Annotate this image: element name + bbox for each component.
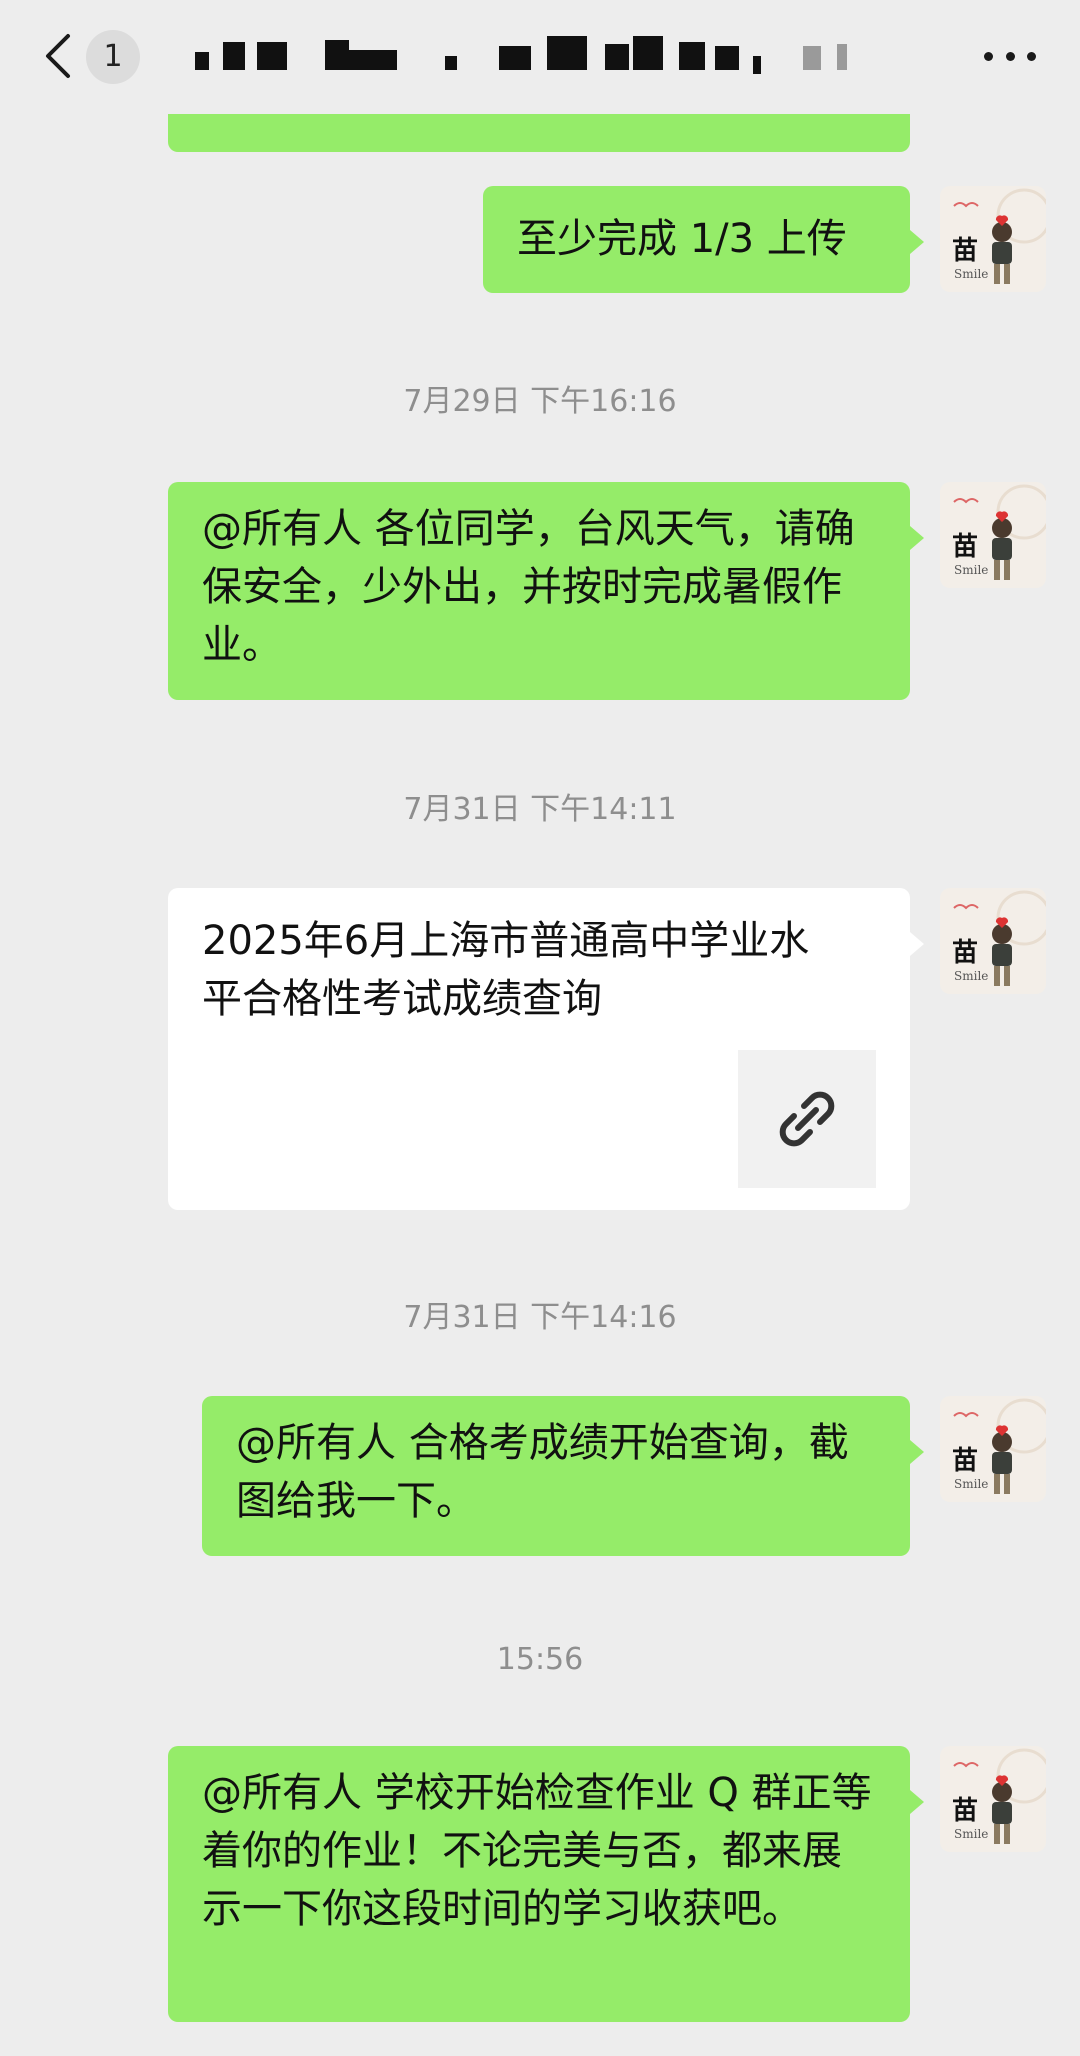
sender-avatar[interactable]: Smile 苗 [940, 186, 1046, 292]
link-card-title: 2025年6月上海市普通高中学业水平合格性考试成绩查询 [202, 918, 810, 1022]
svg-text:Smile: Smile [954, 1827, 988, 1841]
message-bubble[interactable]: @所有人 各位同学，台风天气，请确保安全，少外出，并按时完成暑假作业。 [168, 482, 924, 700]
chevron-left-icon [46, 34, 70, 78]
svg-text:Smile: Smile [954, 267, 988, 281]
avatar-char: 苗 [952, 532, 979, 562]
sender-avatar[interactable]: Smile 苗 [940, 888, 1046, 994]
message-timestamp: 7月31日 下午14:16 [403, 1300, 677, 1335]
message-bubble[interactable]: @所有人 学校开始检查作业 Q 群正等着你的作业！不论完美与否，都来展示一下你这… [168, 1746, 924, 2022]
message-text: @所有人 各位同学，台风天气，请确保安全，少外出，并按时完成暑假作业。 [202, 506, 855, 668]
message-timestamp: 15:56 [496, 1642, 584, 1677]
message-bubble[interactable]: 至少完成 1/3 上传 [483, 186, 924, 293]
avatar-char: 苗 [952, 1796, 979, 1826]
unread-count-badge[interactable]: 1 [86, 30, 140, 84]
sender-avatar[interactable]: Smile 苗 [940, 1746, 1046, 1852]
message-text: @所有人 合格考成绩开始查询，截图给我一下。 [236, 1420, 849, 1524]
link-icon [779, 1091, 835, 1147]
message-bubble[interactable]: @所有人 合格考成绩开始查询，截图给我一下。 [202, 1396, 924, 1556]
sender-avatar[interactable]: Smile 苗 [940, 1396, 1046, 1502]
message-timestamp: 7月29日 下午16:16 [403, 384, 677, 419]
message-text: @所有人 学校开始检查作业 Q 群正等着你的作业！不论完美与否，都来展示一下你这… [202, 1770, 872, 1932]
svg-text:Smile: Smile [954, 1477, 988, 1491]
more-dots-icon [984, 51, 993, 61]
more-options-button[interactable] [984, 40, 1036, 72]
sender-avatar[interactable]: Smile 苗 [940, 482, 1046, 588]
chat-title-pixelated [195, 36, 865, 80]
link-card[interactable]: 2025年6月上海市普通高中学业水平合格性考试成绩查询 [168, 888, 924, 1210]
chat-header: 1 [0, 0, 1080, 114]
avatar-char: 苗 [952, 938, 979, 968]
message-text: 至少完成 1/3 上传 [517, 216, 847, 262]
link-thumbnail [738, 1050, 876, 1188]
svg-text:Smile: Smile [954, 563, 988, 577]
svg-text:Smile: Smile [954, 969, 988, 983]
avatar-char: 苗 [952, 236, 979, 266]
message-timestamp: 7月31日 下午14:11 [403, 792, 677, 827]
back-button[interactable] [38, 28, 78, 84]
avatar-char: 苗 [952, 1446, 979, 1476]
